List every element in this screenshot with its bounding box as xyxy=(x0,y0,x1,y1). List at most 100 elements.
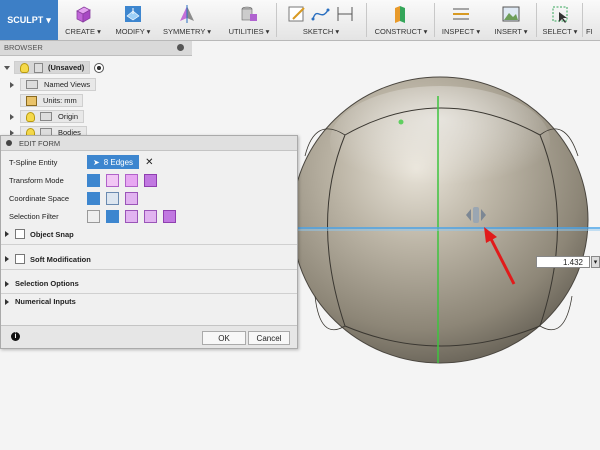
transform-scale-icon[interactable] xyxy=(144,173,157,187)
cursor-icon: ➤ xyxy=(93,157,100,167)
expand-arrow-icon[interactable] xyxy=(5,231,9,237)
edit-form-footer: i OK Cancel xyxy=(1,325,297,348)
lightbulb-icon[interactable] xyxy=(26,111,35,122)
tspline-entity-row: T-Spline Entity ➤ 8 Edges ✕ xyxy=(9,154,153,170)
browser-item-named-views[interactable]: Named Views xyxy=(10,78,97,91)
divider xyxy=(366,3,367,37)
construct-label: CONSTRUCT xyxy=(374,27,422,36)
construct-menu[interactable]: CONSTRUCT ▾ xyxy=(370,0,432,40)
browser-item-units[interactable]: Units: mm xyxy=(20,94,83,107)
filter-vertex-icon[interactable] xyxy=(87,209,100,223)
expand-arrow-icon[interactable] xyxy=(4,65,10,70)
expand-arrow-icon[interactable] xyxy=(5,298,9,305)
box-icon xyxy=(76,6,91,23)
info-icon[interactable]: i xyxy=(11,332,20,341)
expand-arrow-icon[interactable] xyxy=(10,81,14,88)
selection-options-section[interactable]: Selection Options xyxy=(5,279,79,288)
soft-modification-label: Soft Modification xyxy=(30,254,91,264)
utilities-label: UTILITIES xyxy=(228,27,264,36)
object-snap-checkbox[interactable] xyxy=(15,229,25,239)
symmetry-icon xyxy=(180,4,194,23)
browser-title: BROWSER xyxy=(4,43,43,52)
sketch-menu[interactable]: SKETCH ▾ xyxy=(278,0,364,40)
construct-plane-icon xyxy=(395,5,405,23)
dimension-dropdown-button[interactable]: ▾ xyxy=(591,256,600,268)
utilities-menu[interactable]: UTILITIES ▾ xyxy=(224,0,274,40)
expand-arrow-icon[interactable] xyxy=(5,280,9,287)
selection-filter-row: Selection Filter xyxy=(9,208,182,224)
dimension-icon xyxy=(337,6,353,21)
coordinate-space-row: Coordinate Space xyxy=(9,190,144,206)
transform-mode-row: Transform Mode xyxy=(9,172,163,188)
select-menu[interactable]: SELECT ▾ xyxy=(540,0,580,40)
object-snap-section[interactable]: Object Snap xyxy=(5,229,74,239)
browser-root[interactable]: (Unsaved) xyxy=(4,61,105,74)
filter-face-icon[interactable] xyxy=(125,209,138,223)
filter-edge-icon[interactable] xyxy=(106,209,119,223)
selection-filter-label: Selection Filter xyxy=(9,211,59,221)
measure-icon xyxy=(453,8,469,19)
tspline-entity-value: 8 Edges xyxy=(103,157,134,167)
collapse-icon[interactable] xyxy=(6,140,12,146)
create-menu[interactable]: CREATE ▾ xyxy=(60,0,106,40)
tspline-selection-button[interactable]: ➤ 8 Edges xyxy=(87,155,140,169)
edit-form-header[interactable]: EDIT FORM xyxy=(1,136,297,151)
numerical-inputs-section[interactable]: Numerical Inputs xyxy=(5,297,76,306)
inspect-menu[interactable]: INSPECT ▾ xyxy=(438,0,484,40)
tspline-entity-label: T-Spline Entity xyxy=(9,157,58,167)
dimension-value: 1.432 xyxy=(562,257,583,267)
collapse-icon[interactable] xyxy=(177,44,184,51)
coordinate-space-label: Coordinate Space xyxy=(9,193,70,203)
root-label: (Unsaved) xyxy=(48,63,85,72)
symmetry-label: SYMMETRY xyxy=(162,27,206,36)
coordinate-view-icon[interactable] xyxy=(106,191,119,205)
ok-button[interactable]: OK xyxy=(202,331,246,345)
select-icon xyxy=(552,6,568,23)
divider xyxy=(582,3,583,37)
origin-label: Origin xyxy=(58,112,79,121)
filter-all-icon[interactable] xyxy=(163,209,176,223)
sketch-label: SKETCH xyxy=(302,27,334,36)
expand-arrow-icon[interactable] xyxy=(5,256,9,262)
divider xyxy=(434,3,435,37)
select-label: SELECT xyxy=(542,27,572,36)
insert-menu[interactable]: INSERT ▾ xyxy=(490,0,532,40)
cancel-button[interactable]: Cancel xyxy=(248,331,290,345)
workspace-switcher[interactable]: SCULPT ▾ xyxy=(0,0,58,40)
spline-icon xyxy=(311,8,330,20)
finish-label: FI xyxy=(586,27,593,36)
soft-modification-section[interactable]: Soft Modification xyxy=(5,254,91,264)
transform-multi-icon[interactable] xyxy=(87,173,100,187)
transform-rotate-icon[interactable] xyxy=(125,173,138,187)
symmetry-menu[interactable]: SYMMETRY ▾ xyxy=(162,0,212,40)
create-label: CREATE xyxy=(65,27,95,36)
create-sketch-icon xyxy=(288,6,305,21)
modify-menu[interactable]: MODIFY ▾ xyxy=(110,0,156,40)
divider xyxy=(1,269,297,270)
divider xyxy=(276,3,277,37)
soft-modification-checkbox[interactable] xyxy=(15,254,25,264)
workspace-label: SCULPT xyxy=(7,15,44,25)
utilities-icon xyxy=(241,6,257,21)
expand-arrow-icon[interactable] xyxy=(10,113,14,120)
lightbulb-icon[interactable] xyxy=(20,62,29,73)
folder-icon xyxy=(26,80,38,89)
coordinate-local-icon[interactable] xyxy=(125,191,138,205)
toolbar: SCULPT ▾ CREATE ▾ MODIFY ▾ SYMMETRY ▾ UT… xyxy=(0,0,600,41)
clear-selection-icon[interactable]: ✕ xyxy=(145,157,153,168)
document-icon xyxy=(34,62,43,73)
named-views-label: Named Views xyxy=(44,80,91,89)
browser-header[interactable]: BROWSER xyxy=(0,41,192,56)
active-radio-icon[interactable] xyxy=(94,62,105,73)
ok-label: OK xyxy=(218,333,230,343)
filter-body-icon[interactable] xyxy=(144,209,157,223)
dimension-input-box[interactable]: 1.432 xyxy=(536,256,590,268)
edit-form-icon xyxy=(125,5,141,22)
coordinate-world-icon[interactable] xyxy=(87,191,100,205)
modify-label: MODIFY xyxy=(115,27,145,36)
finish-menu[interactable]: FI xyxy=(586,0,600,40)
cancel-label: Cancel xyxy=(256,333,282,343)
transform-translate-icon[interactable] xyxy=(106,173,119,187)
browser-item-origin[interactable]: Origin xyxy=(10,110,85,123)
insert-label: INSERT xyxy=(494,27,522,36)
